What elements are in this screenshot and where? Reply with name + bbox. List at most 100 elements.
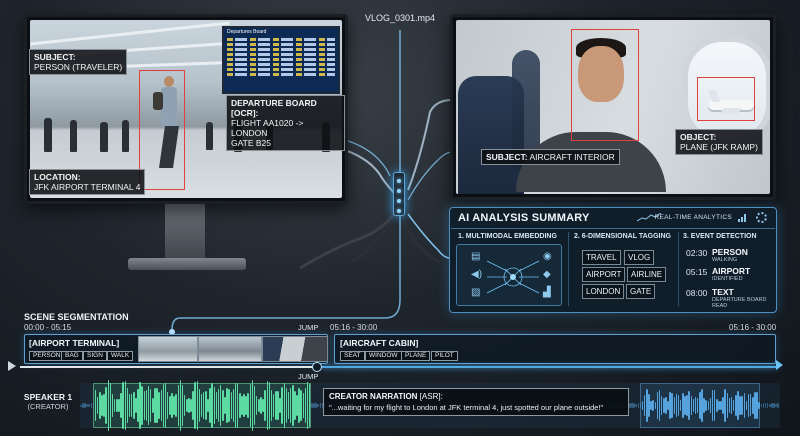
waveform-bar bbox=[230, 392, 233, 419]
segment-tag: BAG bbox=[61, 351, 83, 361]
neural-network-icon bbox=[487, 260, 539, 294]
progress-played bbox=[20, 366, 316, 368]
thumbnail-airport-2[interactable] bbox=[198, 336, 262, 362]
audio-icon: ◀) bbox=[471, 269, 483, 280]
waveform-bar bbox=[639, 402, 642, 409]
col-embedding-title: 1. MULTIMODAL EMBEDDING bbox=[458, 233, 557, 240]
tag-chip[interactable]: AIRPORT bbox=[582, 267, 626, 282]
narration-header: CREATOR NARRATION [ASR]: bbox=[329, 392, 623, 401]
event-sub: IDENTIFIED bbox=[712, 276, 743, 282]
cable-hub bbox=[393, 172, 405, 216]
waveform-bar bbox=[247, 393, 249, 418]
signal-bars-icon bbox=[738, 214, 748, 222]
segment-tag: SIGN bbox=[83, 351, 107, 361]
waveform-bar bbox=[300, 390, 302, 421]
waveform-bar bbox=[673, 396, 676, 415]
thumbnail-airport-1[interactable] bbox=[138, 336, 198, 362]
waveform-bar bbox=[196, 381, 199, 430]
object-value: PLANE (JFK RAMP) bbox=[680, 142, 758, 152]
person-bounding-box bbox=[139, 70, 185, 190]
waveform-bar bbox=[654, 402, 657, 409]
waveform-bar bbox=[211, 382, 213, 429]
play-button[interactable] bbox=[8, 361, 16, 371]
waveform-bar bbox=[285, 388, 288, 423]
segment-tag: PLANE bbox=[401, 351, 431, 361]
waveform-bar bbox=[707, 401, 710, 410]
tag-chip[interactable]: LONDON bbox=[582, 284, 625, 299]
departure-board-screen: Departures Board bbox=[222, 26, 340, 94]
waveform-bar bbox=[175, 393, 177, 418]
waveform-bar bbox=[232, 389, 235, 422]
jump-label-top: JUMP bbox=[298, 323, 319, 332]
location-label: LOCATION: JFK AIRPORT TERMINAL 4 bbox=[29, 169, 146, 195]
waveform-bar bbox=[122, 382, 124, 429]
waveform-bar bbox=[692, 398, 695, 413]
progress-remaining bbox=[322, 366, 778, 368]
waveform-bar bbox=[88, 403, 90, 408]
event-name: AIRPORT bbox=[712, 266, 751, 276]
realtime-label: REAL-TIME ANALYTICS bbox=[654, 214, 732, 221]
waveform-bar bbox=[215, 391, 218, 420]
segment-tag: PILOT bbox=[431, 351, 458, 361]
subject-key: SUBJECT: bbox=[34, 52, 76, 62]
object-label: OBJECT: PLANE (JFK RAMP) bbox=[675, 129, 763, 155]
segment-tag: WINDOW bbox=[365, 351, 402, 361]
event-time: 02:30 bbox=[686, 248, 708, 258]
waveform-bar bbox=[92, 402, 95, 409]
waveform-bar bbox=[283, 383, 286, 428]
playhead-end[interactable] bbox=[776, 360, 783, 370]
waveform-bar bbox=[143, 391, 146, 420]
board-key: DEPARTURE BOARD [OCR]: bbox=[231, 98, 317, 118]
waveform-bar bbox=[726, 393, 729, 418]
location-value: JFK AIRPORT TERMINAL 4 bbox=[34, 182, 141, 192]
subject-value: PERSON (TRAVELER) bbox=[34, 62, 123, 72]
event-name: PERSON bbox=[712, 247, 748, 257]
segment-aircraft-cabin[interactable]: [AIRCRAFT CABIN] SEAT WINDOW PLANE PILOT bbox=[334, 334, 776, 364]
narration-title: CREATOR NARRATION bbox=[329, 392, 418, 401]
waveform-bar bbox=[705, 400, 707, 411]
waveform-bar bbox=[160, 390, 163, 421]
waveform-bar bbox=[675, 394, 678, 417]
waveform-bar bbox=[264, 389, 266, 422]
playhead-jump-marker[interactable] bbox=[312, 362, 322, 372]
waveform-bar bbox=[728, 398, 731, 413]
speaker-name: SPEAKER 1 bbox=[23, 392, 73, 402]
subject-label-left: SUBJECT: PERSON (TRAVELER) bbox=[29, 49, 128, 75]
waveform-bar bbox=[762, 403, 765, 408]
seg1-time: 00:00 - 05:15 bbox=[24, 323, 72, 332]
event-time: 08:00 bbox=[686, 288, 708, 298]
segment-title: [AIRPORT TERMINAL] bbox=[29, 338, 120, 348]
segment-tag: SEAT bbox=[340, 351, 365, 361]
waveform-bar bbox=[635, 404, 637, 407]
file-name: VLOG_0301.mp4 bbox=[365, 13, 436, 23]
waveform-bar bbox=[743, 393, 746, 418]
waveform-bar bbox=[105, 386, 107, 425]
event-time: 05:15 bbox=[686, 267, 708, 277]
panel-title: AI ANALYSIS SUMMARY bbox=[458, 212, 590, 224]
waveform-bar bbox=[656, 392, 659, 419]
waveform-bar bbox=[177, 385, 180, 426]
left-monitor-stand bbox=[165, 203, 205, 261]
waveform-bar bbox=[688, 390, 690, 421]
tag-icon: ◆ bbox=[543, 269, 551, 280]
waveform-bar bbox=[690, 395, 693, 416]
waveform-bar bbox=[179, 379, 182, 432]
waveform-bar bbox=[141, 385, 143, 425]
waveform-bar bbox=[162, 383, 165, 428]
thumbnail-cabin[interactable] bbox=[262, 336, 328, 362]
subject-value-right: AIRCRAFT INTERIOR bbox=[529, 152, 615, 162]
object-key: OBJECT: bbox=[680, 132, 717, 142]
waveform-bar bbox=[671, 392, 673, 419]
jump-label-bottom: JUMP bbox=[298, 372, 319, 381]
location-key: LOCATION: bbox=[34, 172, 81, 182]
chart-icon: ▟ bbox=[543, 287, 551, 298]
tag-chip[interactable]: GATE bbox=[626, 284, 656, 299]
subject-key-right: SUBJECT: bbox=[486, 152, 528, 162]
tag-chip[interactable]: VLOG bbox=[624, 250, 655, 265]
segment-tag: PERSON bbox=[29, 351, 65, 361]
tag-chip[interactable]: TRAVEL bbox=[582, 250, 621, 265]
gear-icon[interactable] bbox=[756, 212, 767, 223]
subject-label-right: SUBJECT: AIRCRAFT INTERIOR bbox=[481, 149, 620, 165]
tag-chip[interactable]: AIRLINE bbox=[627, 267, 667, 282]
waveform-bar bbox=[777, 403, 779, 408]
